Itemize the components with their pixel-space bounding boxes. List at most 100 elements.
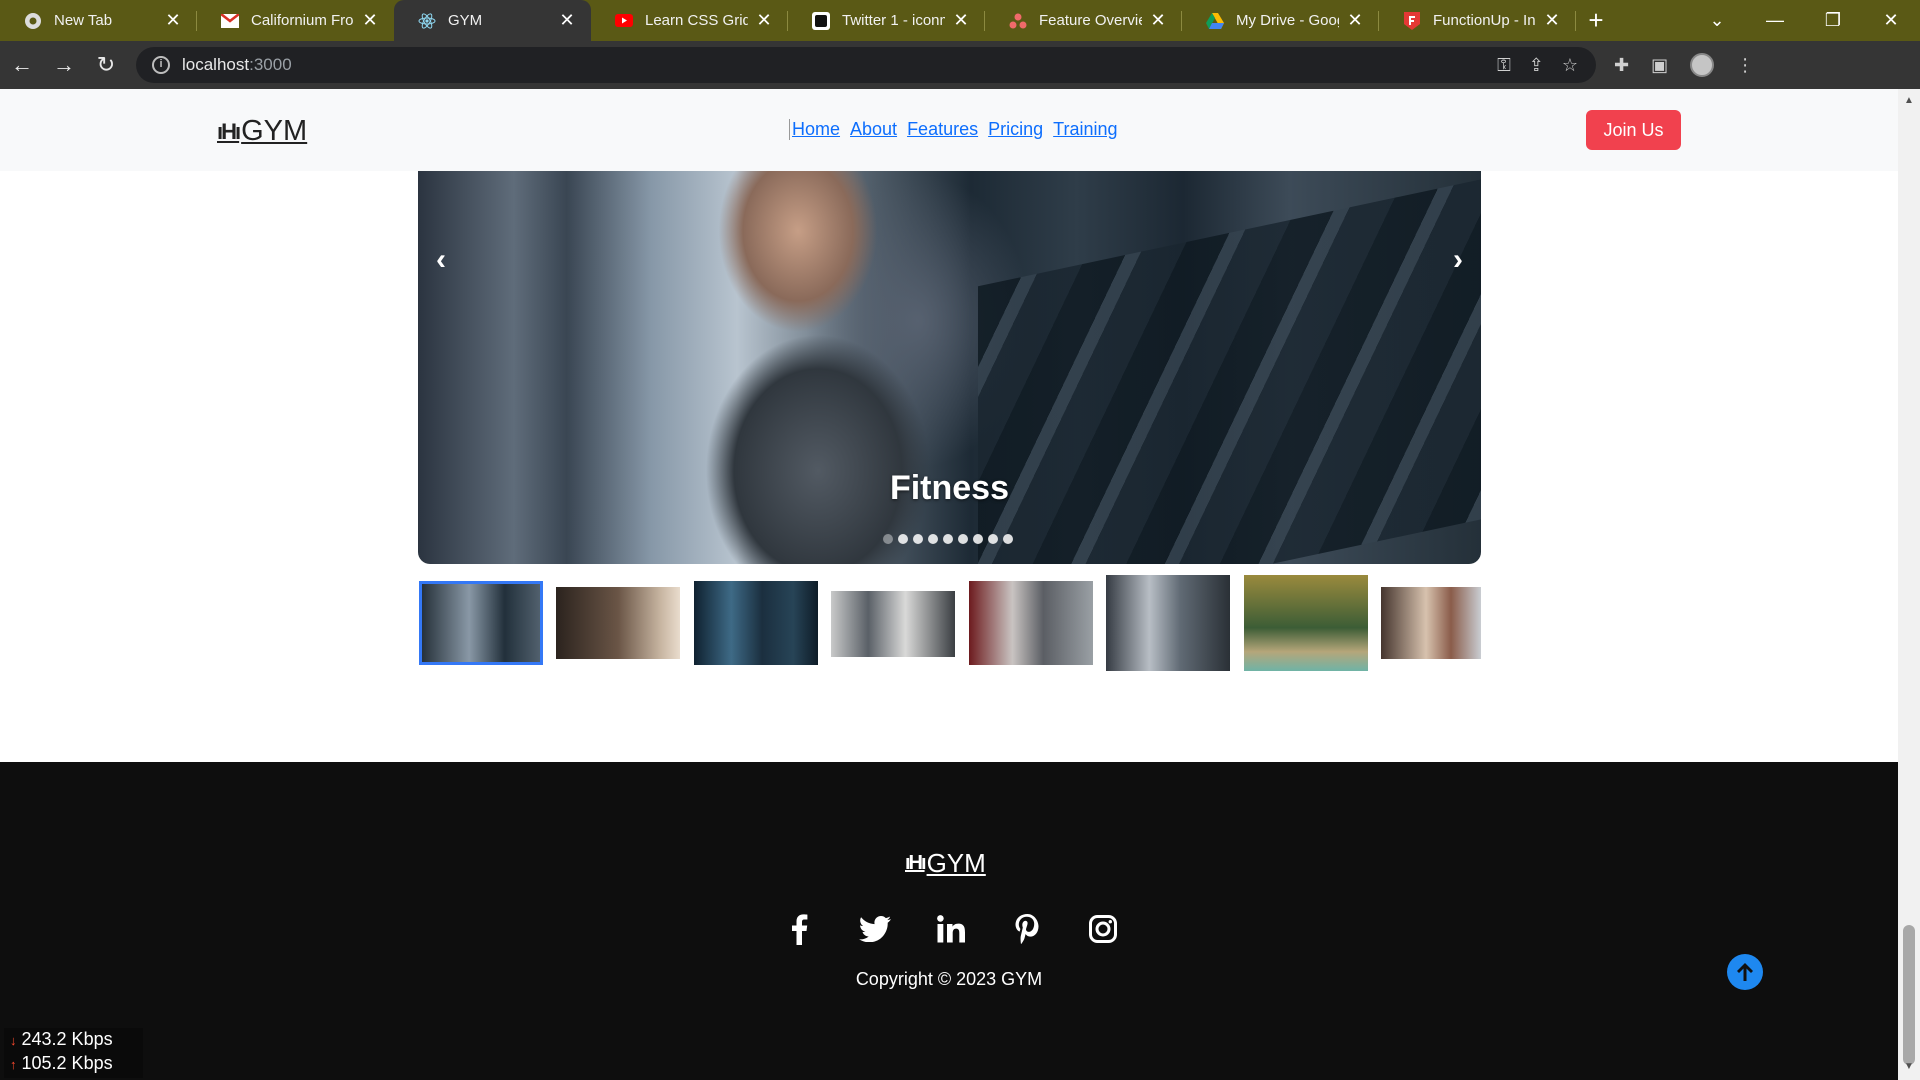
tab-strip: New Tab ✕ Californium Front ✕ GYM ✕ Lear… — [0, 0, 1920, 41]
carousel-dot[interactable] — [898, 534, 908, 544]
site-footer: ıHı GYM Copyright © 2023 GYM — [0, 762, 1898, 1080]
tab-title: Feature Overview — [1039, 12, 1142, 29]
carousel-dot[interactable] — [988, 534, 998, 544]
forward-button[interactable]: → — [44, 45, 84, 85]
tab-learn-css-grid[interactable]: Learn CSS Grid in ✕ — [591, 0, 788, 41]
figma-icon — [812, 11, 830, 30]
carousel-prev-button[interactable]: ‹ — [436, 243, 446, 277]
tab-title: New Tab — [54, 12, 113, 29]
nav-training[interactable]: Training — [1053, 119, 1117, 140]
carousel-dot[interactable] — [958, 534, 968, 544]
main-nav: Home About Features Pricing Training — [789, 119, 1118, 140]
tab-my-drive[interactable]: My Drive - Googl ✕ — [1182, 0, 1379, 41]
thumbnail-strip — [419, 575, 1481, 671]
tab-californium[interactable]: Californium Front ✕ — [197, 0, 394, 41]
nav-about[interactable]: About — [850, 119, 897, 140]
thumbnail-squats[interactable] — [1106, 575, 1230, 671]
close-icon[interactable]: ✕ — [1148, 10, 1168, 31]
thumbnail-yoga[interactable] — [1244, 575, 1368, 671]
linkedin-icon[interactable] — [932, 910, 970, 948]
site-header: ıHı GYM Home About Features Pricing Trai… — [0, 89, 1898, 171]
tab-feature-overview[interactable]: Feature Overview ✕ — [985, 0, 1182, 41]
back-button[interactable]: ← — [2, 45, 42, 85]
key-icon[interactable]: ⚿ — [1497, 55, 1511, 76]
join-us-button[interactable]: Join Us — [1586, 110, 1681, 150]
facebook-icon[interactable] — [780, 910, 818, 948]
thumbnail-stretching[interactable] — [556, 587, 680, 659]
extensions-icon[interactable]: ✚ — [1614, 55, 1629, 76]
slide-caption: Fitness — [889, 469, 1010, 507]
tab-gym[interactable]: GYM ✕ — [394, 0, 591, 41]
tab-search-icon[interactable]: ⌄ — [1688, 10, 1746, 31]
close-icon[interactable]: ✕ — [1542, 10, 1562, 31]
close-icon[interactable]: ✕ — [951, 10, 971, 31]
site-info-icon[interactable]: i — [152, 56, 170, 74]
thumbnail-cardio[interactable] — [969, 581, 1093, 665]
thumbnail-pushups[interactable] — [1381, 587, 1481, 659]
nav-features[interactable]: Features — [907, 119, 978, 140]
scroll-up-arrow-icon[interactable]: ▲ — [1904, 95, 1914, 106]
dumbbell-icon: ıHı — [905, 852, 927, 874]
thumbnail-treadmill[interactable] — [419, 581, 543, 665]
side-panel-icon[interactable]: ▣ — [1651, 55, 1668, 76]
kebab-menu-icon[interactable]: ⋮ — [1736, 55, 1754, 76]
download-arrow-icon: ↓ — [10, 1033, 17, 1048]
dumbbell-icon: ıHı — [217, 118, 241, 144]
thumbnail-elliptical[interactable] — [831, 591, 955, 657]
carousel-dot[interactable] — [1003, 534, 1013, 544]
scroll-to-top-button[interactable] — [1727, 954, 1763, 990]
carousel-dot[interactable] — [928, 534, 938, 544]
tab-functionup[interactable]: FunctionUp - Indi ✕ — [1379, 0, 1576, 41]
tab-title: My Drive - Googl — [1236, 12, 1339, 29]
close-icon[interactable]: ✕ — [754, 10, 774, 31]
carousel-dot[interactable] — [883, 534, 893, 544]
logo-text: GYM — [241, 115, 308, 147]
close-icon[interactable]: ✕ — [1345, 10, 1365, 31]
tab-twitter-iconm[interactable]: Twitter 1 - iconm ✕ — [788, 0, 985, 41]
close-icon[interactable]: ✕ — [360, 10, 380, 31]
close-icon[interactable]: ✕ — [163, 10, 183, 31]
carousel-dot[interactable] — [973, 534, 983, 544]
share-icon[interactable]: ⇪ — [1529, 55, 1544, 76]
tab-new-tab[interactable]: New Tab ✕ — [0, 0, 197, 41]
toolbar-right: ✚ ▣ ⋮ — [1614, 53, 1754, 77]
network-speed-meter: ↓ 243.2 Kbps ↑ 105.2 Kbps — [4, 1028, 143, 1078]
nav-pricing[interactable]: Pricing — [988, 119, 1043, 140]
upload-speed: ↑ 105.2 Kbps — [10, 1052, 137, 1076]
hero-carousel: ‹ › Fitness — [418, 171, 1481, 564]
nav-home[interactable]: Home — [792, 119, 840, 140]
thumbnail-weights[interactable] — [694, 581, 818, 665]
plus-icon: + — [1588, 5, 1604, 35]
reload-button[interactable]: ↻ — [86, 45, 126, 85]
site-logo[interactable]: ıHı GYM — [217, 115, 307, 148]
tab-list: New Tab ✕ Californium Front ✕ GYM ✕ Lear… — [0, 0, 1616, 41]
bookmark-star-icon[interactable]: ☆ — [1562, 55, 1578, 76]
logo-text: GYM — [926, 848, 986, 878]
google-drive-icon — [1206, 12, 1224, 30]
page-scrollbar[interactable]: ▲ ▼ — [1898, 89, 1920, 1080]
download-speed-value: 243.2 Kbps — [21, 1029, 113, 1049]
chrome-icon — [24, 12, 42, 30]
minimize-icon[interactable]: — — [1746, 10, 1804, 31]
carousel-dot[interactable] — [913, 534, 923, 544]
address-bar[interactable]: i localhost:3000 ⚿ ⇪ ☆ — [136, 47, 1596, 83]
footer-logo[interactable]: ıHı GYM — [905, 848, 986, 879]
close-window-icon[interactable]: ✕ — [1862, 10, 1920, 31]
close-icon[interactable]: ✕ — [557, 10, 577, 31]
tab-title: Twitter 1 - iconm — [842, 12, 945, 29]
profile-avatar[interactable] — [1690, 53, 1715, 77]
carousel-next-button[interactable]: › — [1453, 243, 1463, 277]
carousel-dot[interactable] — [943, 534, 953, 544]
restore-icon[interactable]: ❐ — [1804, 10, 1862, 31]
arrow-right-icon: → — [53, 52, 75, 77]
scroll-down-arrow-icon[interactable]: ▼ — [1904, 1061, 1914, 1072]
browser-toolbar: ← → ↻ i localhost:3000 ⚿ ⇪ ☆ ✚ ▣ ⋮ — [0, 41, 1920, 89]
new-tab-button[interactable]: + — [1576, 0, 1616, 41]
instagram-icon[interactable] — [1084, 910, 1122, 948]
window-controls: ⌄ — ❐ ✕ — [1688, 0, 1920, 41]
arrow-up-icon — [1737, 963, 1753, 981]
scrollbar-thumb[interactable] — [1903, 925, 1915, 1065]
pinterest-icon[interactable] — [1008, 910, 1046, 948]
twitter-icon[interactable] — [856, 910, 894, 948]
tab-title: Learn CSS Grid in — [645, 12, 748, 29]
